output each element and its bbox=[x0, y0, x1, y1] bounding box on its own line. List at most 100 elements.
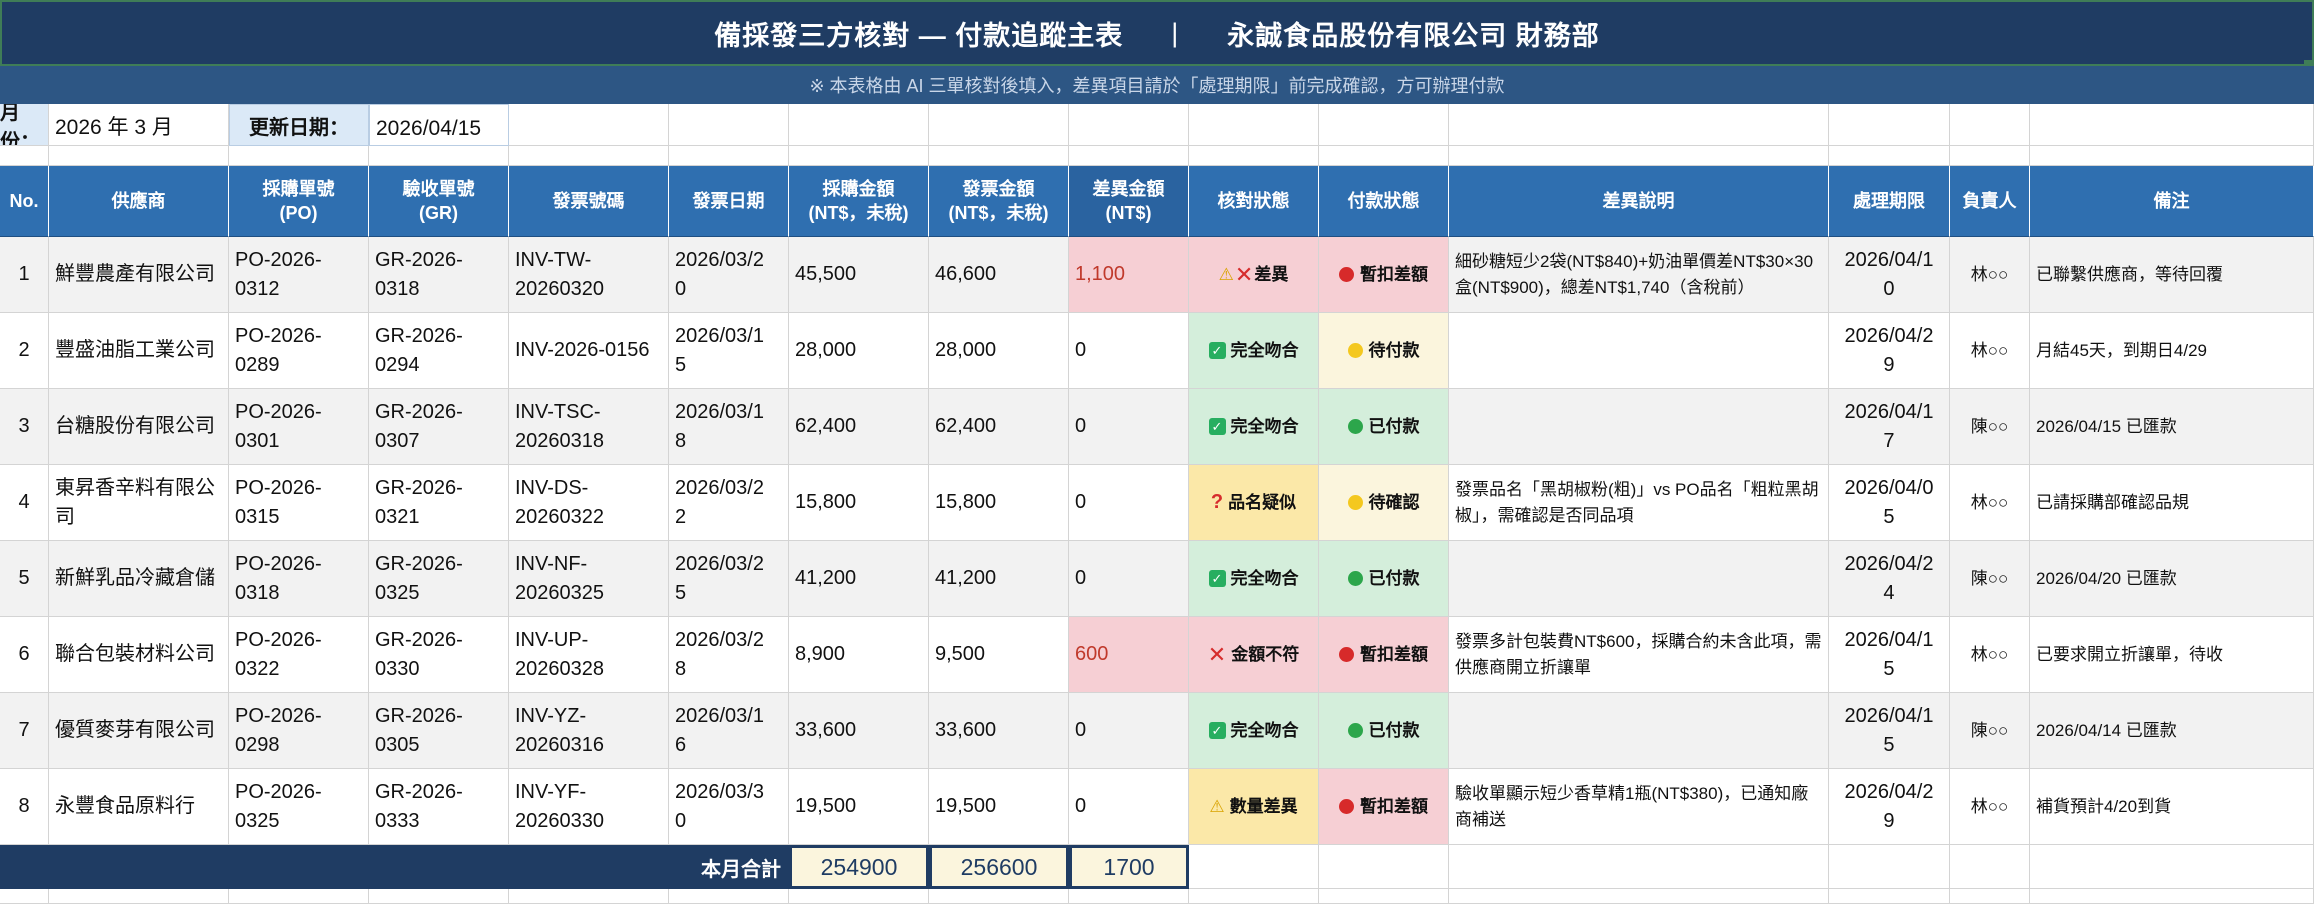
cell-deadline[interactable]: 2026/04/2 9 bbox=[1829, 769, 1950, 845]
empty-cell[interactable] bbox=[1950, 889, 2030, 904]
spacer-cell[interactable] bbox=[1189, 146, 1319, 166]
empty-cell[interactable] bbox=[229, 889, 369, 904]
header-po-amt[interactable]: 採購金額 (NT$，未稅) bbox=[789, 166, 929, 237]
empty-cell[interactable] bbox=[0, 889, 49, 904]
cell-inv-amt[interactable]: 15,800 bbox=[929, 465, 1069, 541]
cell-inv[interactable]: INV-DS- 20260322 bbox=[509, 465, 669, 541]
cell-po[interactable]: PO-2026- 0318 bbox=[229, 541, 369, 617]
empty-cell[interactable] bbox=[1950, 104, 2030, 146]
cell-no[interactable]: 2 bbox=[0, 313, 49, 389]
header-inv-date[interactable]: 發票日期 bbox=[669, 166, 789, 237]
month-label-cell[interactable]: 月份： bbox=[0, 104, 49, 146]
cell-desc[interactable] bbox=[1449, 541, 1829, 617]
total-inv-amt[interactable]: 256600 bbox=[929, 845, 1069, 889]
cell-po[interactable]: PO-2026- 0315 bbox=[229, 465, 369, 541]
empty-cell[interactable] bbox=[1950, 845, 2030, 889]
cell-no[interactable]: 6 bbox=[0, 617, 49, 693]
match-status[interactable]: ✕ 金額不符 bbox=[1189, 617, 1319, 693]
spacer-cell[interactable] bbox=[929, 146, 1069, 166]
payment-status[interactable]: 已付款 bbox=[1319, 389, 1449, 465]
spacer-cell[interactable] bbox=[789, 146, 929, 166]
cell-deadline[interactable]: 2026/04/2 9 bbox=[1829, 313, 1950, 389]
empty-cell[interactable] bbox=[49, 889, 229, 904]
empty-cell[interactable] bbox=[1449, 889, 1829, 904]
spacer-cell[interactable] bbox=[369, 146, 509, 166]
empty-cell[interactable] bbox=[1829, 889, 1950, 904]
cell-po-amt[interactable]: 33,600 bbox=[789, 693, 929, 769]
cell-desc[interactable] bbox=[1449, 313, 1829, 389]
cell-inv[interactable]: INV-UP- 20260328 bbox=[509, 617, 669, 693]
cell-gr[interactable]: GR-2026- 0294 bbox=[369, 313, 509, 389]
match-status[interactable]: ? 品名疑似 bbox=[1189, 465, 1319, 541]
spacer-cell[interactable] bbox=[1319, 146, 1449, 166]
empty-cell[interactable] bbox=[1829, 845, 1950, 889]
cell-po-amt[interactable]: 41,200 bbox=[789, 541, 929, 617]
cell-po-amt[interactable]: 62,400 bbox=[789, 389, 929, 465]
spacer-cell[interactable] bbox=[229, 146, 369, 166]
cell-po[interactable]: PO-2026- 0289 bbox=[229, 313, 369, 389]
empty-cell[interactable] bbox=[1449, 845, 1829, 889]
cell-deadline[interactable]: 2026/04/1 0 bbox=[1829, 237, 1950, 313]
cell-inv[interactable]: INV-YF- 20260330 bbox=[509, 769, 669, 845]
cell-gr[interactable]: GR-2026- 0333 bbox=[369, 769, 509, 845]
cell-inv-date[interactable]: 2026/03/1 6 bbox=[669, 693, 789, 769]
cell-note[interactable]: 2026/04/14 已匯款 bbox=[2030, 693, 2314, 769]
cell-desc[interactable]: 驗收單顯示短少香草精1瓶(NT$380)，已通知廠商補送 bbox=[1449, 769, 1829, 845]
cell-note[interactable]: 月結45天，到期日4/29 bbox=[2030, 313, 2314, 389]
cell-po-amt[interactable]: 19,500 bbox=[789, 769, 929, 845]
cell-inv-date[interactable]: 2026/03/2 8 bbox=[669, 617, 789, 693]
payment-status[interactable]: 已付款 bbox=[1319, 693, 1449, 769]
empty-cell[interactable] bbox=[1189, 104, 1319, 146]
cell-po[interactable]: PO-2026- 0322 bbox=[229, 617, 369, 693]
spacer-cell[interactable] bbox=[0, 146, 49, 166]
cell-note[interactable]: 2026/04/20 已匯款 bbox=[2030, 541, 2314, 617]
cell-gr[interactable]: GR-2026- 0307 bbox=[369, 389, 509, 465]
empty-cell[interactable] bbox=[1319, 845, 1449, 889]
cell-inv[interactable]: INV-YZ- 20260316 bbox=[509, 693, 669, 769]
cell-diff[interactable]: 1,100 bbox=[1069, 237, 1189, 313]
empty-cell[interactable] bbox=[789, 104, 929, 146]
cell-supplier[interactable]: 豐盛油脂工業公司 bbox=[49, 313, 229, 389]
cell-deadline[interactable]: 2026/04/0 5 bbox=[1829, 465, 1950, 541]
cell-inv-amt[interactable]: 33,600 bbox=[929, 693, 1069, 769]
cell-inv[interactable]: INV-NF- 20260325 bbox=[509, 541, 669, 617]
empty-cell[interactable] bbox=[1449, 104, 1829, 146]
cell-po-amt[interactable]: 8,900 bbox=[789, 617, 929, 693]
empty-cell[interactable] bbox=[1319, 889, 1449, 904]
cell-deadline[interactable]: 2026/04/1 7 bbox=[1829, 389, 1950, 465]
empty-cell[interactable] bbox=[2030, 889, 2314, 904]
cell-supplier[interactable]: 東昇香辛料有限公 司 bbox=[49, 465, 229, 541]
cell-inv-date[interactable]: 2026/03/2 5 bbox=[669, 541, 789, 617]
spacer-cell[interactable] bbox=[669, 146, 789, 166]
cell-inv-amt[interactable]: 28,000 bbox=[929, 313, 1069, 389]
payment-status[interactable]: 暫扣差額 bbox=[1319, 237, 1449, 313]
cell-supplier[interactable]: 新鮮乳品冷藏倉儲 bbox=[49, 541, 229, 617]
empty-cell[interactable] bbox=[789, 889, 929, 904]
header-owner[interactable]: 負責人 bbox=[1950, 166, 2030, 237]
cell-po[interactable]: PO-2026- 0301 bbox=[229, 389, 369, 465]
cell-inv-date[interactable]: 2026/03/1 5 bbox=[669, 313, 789, 389]
cell-desc[interactable] bbox=[1449, 693, 1829, 769]
spacer-cell[interactable] bbox=[2030, 146, 2314, 166]
payment-status[interactable]: 已付款 bbox=[1319, 541, 1449, 617]
cell-diff[interactable]: 0 bbox=[1069, 541, 1189, 617]
cell-inv[interactable]: INV-TSC- 20260318 bbox=[509, 389, 669, 465]
cell-inv-amt[interactable]: 62,400 bbox=[929, 389, 1069, 465]
header-desc[interactable]: 差異說明 bbox=[1449, 166, 1829, 237]
cell-diff[interactable]: 0 bbox=[1069, 389, 1189, 465]
cell-po[interactable]: PO-2026- 0312 bbox=[229, 237, 369, 313]
header-inv[interactable]: 發票號碼 bbox=[509, 166, 669, 237]
header-inv-amt[interactable]: 發票金額 (NT$，未稅) bbox=[929, 166, 1069, 237]
cell-supplier[interactable]: 聯合包裝材料公司 bbox=[49, 617, 229, 693]
cell-gr[interactable]: GR-2026- 0305 bbox=[369, 693, 509, 769]
cell-inv-amt[interactable]: 19,500 bbox=[929, 769, 1069, 845]
cell-deadline[interactable]: 2026/04/1 5 bbox=[1829, 617, 1950, 693]
cell-diff[interactable]: 600 bbox=[1069, 617, 1189, 693]
cell-owner[interactable]: 陳○○ bbox=[1950, 389, 2030, 465]
cell-no[interactable]: 8 bbox=[0, 769, 49, 845]
cell-inv[interactable]: INV-2026-0156 bbox=[509, 313, 669, 389]
match-status[interactable]: ⚠ 數量差異 bbox=[1189, 769, 1319, 845]
cell-owner[interactable]: 陳○○ bbox=[1950, 693, 2030, 769]
spacer-cell[interactable] bbox=[49, 146, 229, 166]
match-status[interactable]: ✓ 完全吻合 bbox=[1189, 313, 1319, 389]
